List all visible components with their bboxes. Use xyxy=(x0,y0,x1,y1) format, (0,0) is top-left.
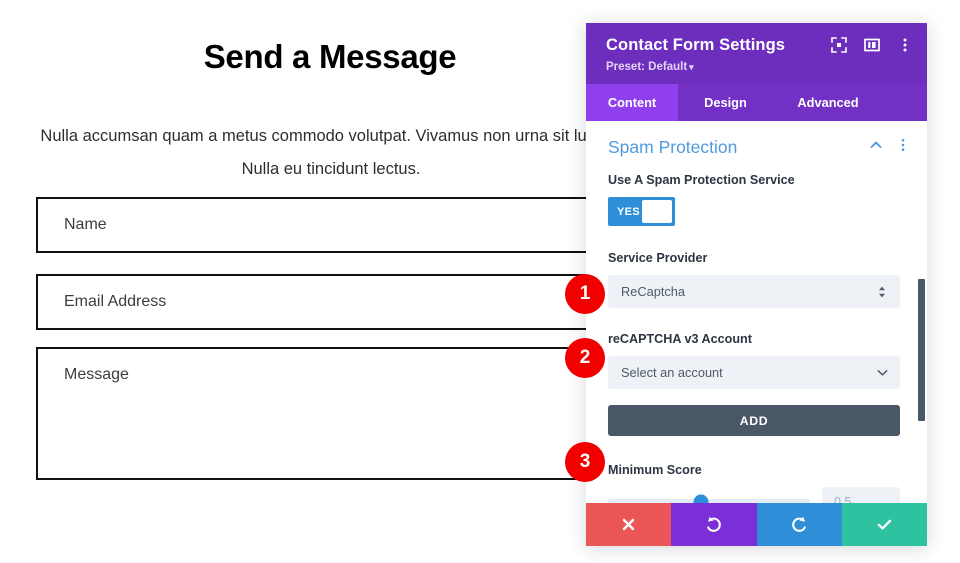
recaptcha-account-field: reCAPTCHA v3 Account Select an account xyxy=(586,325,927,389)
split-layout-icon[interactable] xyxy=(864,37,880,53)
more-vertical-icon[interactable] xyxy=(897,37,913,53)
minimum-score-slider-row: 0.5 xyxy=(608,487,900,503)
redo-button[interactable] xyxy=(756,503,842,546)
preset-selector[interactable]: Preset: Default ▾ xyxy=(606,61,909,73)
add-button-wrapper: ADD xyxy=(586,399,927,436)
recaptcha-account-label: reCAPTCHA v3 Account xyxy=(608,332,752,346)
undo-button[interactable] xyxy=(671,503,757,546)
recaptcha-account-value: Select an account xyxy=(621,365,723,380)
screenshot-root: Send a Message Nulla accumsan quam a met… xyxy=(0,0,960,563)
updown-arrows-icon xyxy=(876,285,888,299)
chevron-up-icon[interactable] xyxy=(869,138,883,157)
panel-scrollbar-thumb[interactable] xyxy=(918,279,925,421)
toggle-knob xyxy=(642,200,672,223)
message-textarea[interactable]: Message xyxy=(36,347,638,480)
panel-header: Contact Form Settings Preset: Default ▾ xyxy=(586,23,927,84)
preset-caret-icon: ▾ xyxy=(689,62,694,72)
name-input-placeholder: Name xyxy=(64,216,107,233)
minimum-score-field: Minimum Score 0.5 xyxy=(586,456,927,503)
panel-tabs: Content Design Advanced xyxy=(586,84,927,121)
chevron-down-icon xyxy=(876,366,888,380)
page-title: Send a Message xyxy=(203,38,457,75)
minimum-score-slider[interactable] xyxy=(608,494,810,503)
annotation-badge-1: 1 xyxy=(565,274,605,314)
minimum-score-label: Minimum Score xyxy=(608,463,702,477)
undo-arrow-icon xyxy=(704,515,723,534)
recaptcha-account-select[interactable]: Select an account xyxy=(608,356,900,389)
email-input[interactable]: Email Address xyxy=(36,274,638,330)
preset-label: Preset: Default xyxy=(606,61,688,73)
page-paragraph: Nulla accumsan quam a metus commodo volu… xyxy=(40,127,622,178)
panel-header-icons xyxy=(831,37,913,53)
annotation-badge-3: 3 xyxy=(565,442,605,482)
section-title: Spam Protection xyxy=(608,137,738,157)
add-button[interactable]: ADD xyxy=(608,405,900,436)
cancel-button[interactable] xyxy=(586,503,672,546)
section-icons xyxy=(869,138,910,157)
email-input-placeholder: Email Address xyxy=(64,293,167,310)
name-input[interactable]: Name xyxy=(36,197,638,253)
minimum-score-value: 0.5 xyxy=(834,494,852,504)
minimum-score-value-input[interactable]: 0.5 xyxy=(822,487,900,503)
tab-design[interactable]: Design xyxy=(678,84,773,121)
toggle-value-label: YES xyxy=(617,205,640,218)
spam-protection-section-header: Spam Protection xyxy=(586,121,927,166)
panel-body: Spam Protection Use A Spam Protection Se… xyxy=(586,121,927,503)
section-more-vertical-icon[interactable] xyxy=(896,138,910,157)
save-button[interactable] xyxy=(841,503,927,546)
use-spam-service-toggle[interactable]: YES xyxy=(608,197,675,226)
contact-form-settings-panel: Contact Form Settings Preset: Default▾ xyxy=(586,23,927,546)
service-provider-field: Service Provider ReCaptcha xyxy=(586,244,927,308)
checkmark-icon xyxy=(875,515,894,534)
service-provider-select[interactable]: ReCaptcha xyxy=(608,275,900,308)
use-spam-service-field: Use A Spam Protection Service YES xyxy=(586,166,927,226)
annotation-badge-2: 2 xyxy=(565,338,605,378)
service-provider-label: Service Provider xyxy=(608,251,708,265)
focus-target-icon[interactable] xyxy=(831,37,847,53)
panel-footer-actions xyxy=(586,503,927,546)
tab-content[interactable]: Content xyxy=(586,84,678,121)
service-provider-value: ReCaptcha xyxy=(621,284,686,299)
message-textarea-placeholder: Message xyxy=(64,366,129,383)
use-spam-service-label: Use A Spam Protection Service xyxy=(608,173,795,187)
close-x-icon xyxy=(620,516,637,533)
minimum-score-slider-thumb[interactable] xyxy=(693,494,709,503)
redo-arrow-icon xyxy=(790,515,809,534)
tab-advanced[interactable]: Advanced xyxy=(773,84,883,121)
